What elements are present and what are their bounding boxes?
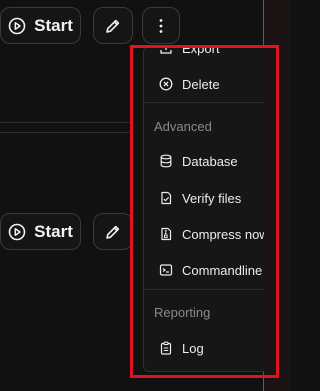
menu-item-label: Log bbox=[182, 340, 204, 356]
menu-section-reporting: Reporting bbox=[154, 305, 211, 320]
more-options-button[interactable] bbox=[142, 7, 180, 44]
x-circle-icon bbox=[159, 77, 173, 91]
menu-section-advanced: Advanced bbox=[154, 119, 212, 134]
edit-button[interactable] bbox=[93, 7, 133, 44]
menu-item-label: Delete bbox=[182, 76, 220, 92]
menu-item-label: Verify files bbox=[182, 190, 242, 206]
menu-divider bbox=[144, 102, 264, 103]
start-button-label: Start bbox=[34, 221, 73, 241]
start-button[interactable]: Start bbox=[0, 213, 81, 250]
row-divider bbox=[0, 122, 130, 123]
menu-item-label: Export bbox=[182, 46, 220, 56]
play-circle-icon bbox=[8, 223, 26, 241]
row-divider bbox=[0, 132, 130, 133]
background-panel bbox=[264, 0, 289, 391]
file-zip-icon bbox=[159, 227, 173, 241]
start-button[interactable]: Start bbox=[0, 7, 81, 44]
actions-menu: Export Delete Advanced Database Verify f… bbox=[143, 46, 264, 372]
menu-item-log[interactable]: Log bbox=[144, 335, 264, 361]
menu-item-commandline[interactable]: Commandline bbox=[144, 257, 264, 283]
menu-item-label: Commandline bbox=[182, 262, 263, 278]
file-check-icon bbox=[159, 191, 173, 205]
menu-item-delete[interactable]: Delete bbox=[144, 71, 264, 97]
menu-item-database[interactable]: Database bbox=[144, 148, 264, 174]
export-icon bbox=[159, 47, 173, 55]
terminal-icon bbox=[159, 263, 173, 277]
menu-divider bbox=[144, 289, 264, 290]
menu-item-verify-files[interactable]: Verify files bbox=[144, 185, 264, 211]
menu-item-export[interactable]: Export bbox=[144, 46, 264, 61]
menu-item-label: Database bbox=[182, 153, 238, 169]
menu-item-label: Compress now bbox=[182, 226, 264, 242]
start-button-label: Start bbox=[34, 15, 73, 35]
pencil-icon bbox=[104, 17, 122, 35]
menu-item-compress-now[interactable]: Compress now bbox=[144, 221, 264, 247]
pencil-icon bbox=[104, 223, 122, 241]
database-icon bbox=[159, 154, 173, 168]
clipboard-icon bbox=[159, 341, 173, 355]
play-circle-icon bbox=[8, 17, 26, 35]
more-vertical-icon bbox=[158, 18, 164, 34]
edit-button[interactable] bbox=[93, 213, 133, 250]
app-root: Start Start Export Delete Advanced Datab… bbox=[0, 0, 289, 391]
